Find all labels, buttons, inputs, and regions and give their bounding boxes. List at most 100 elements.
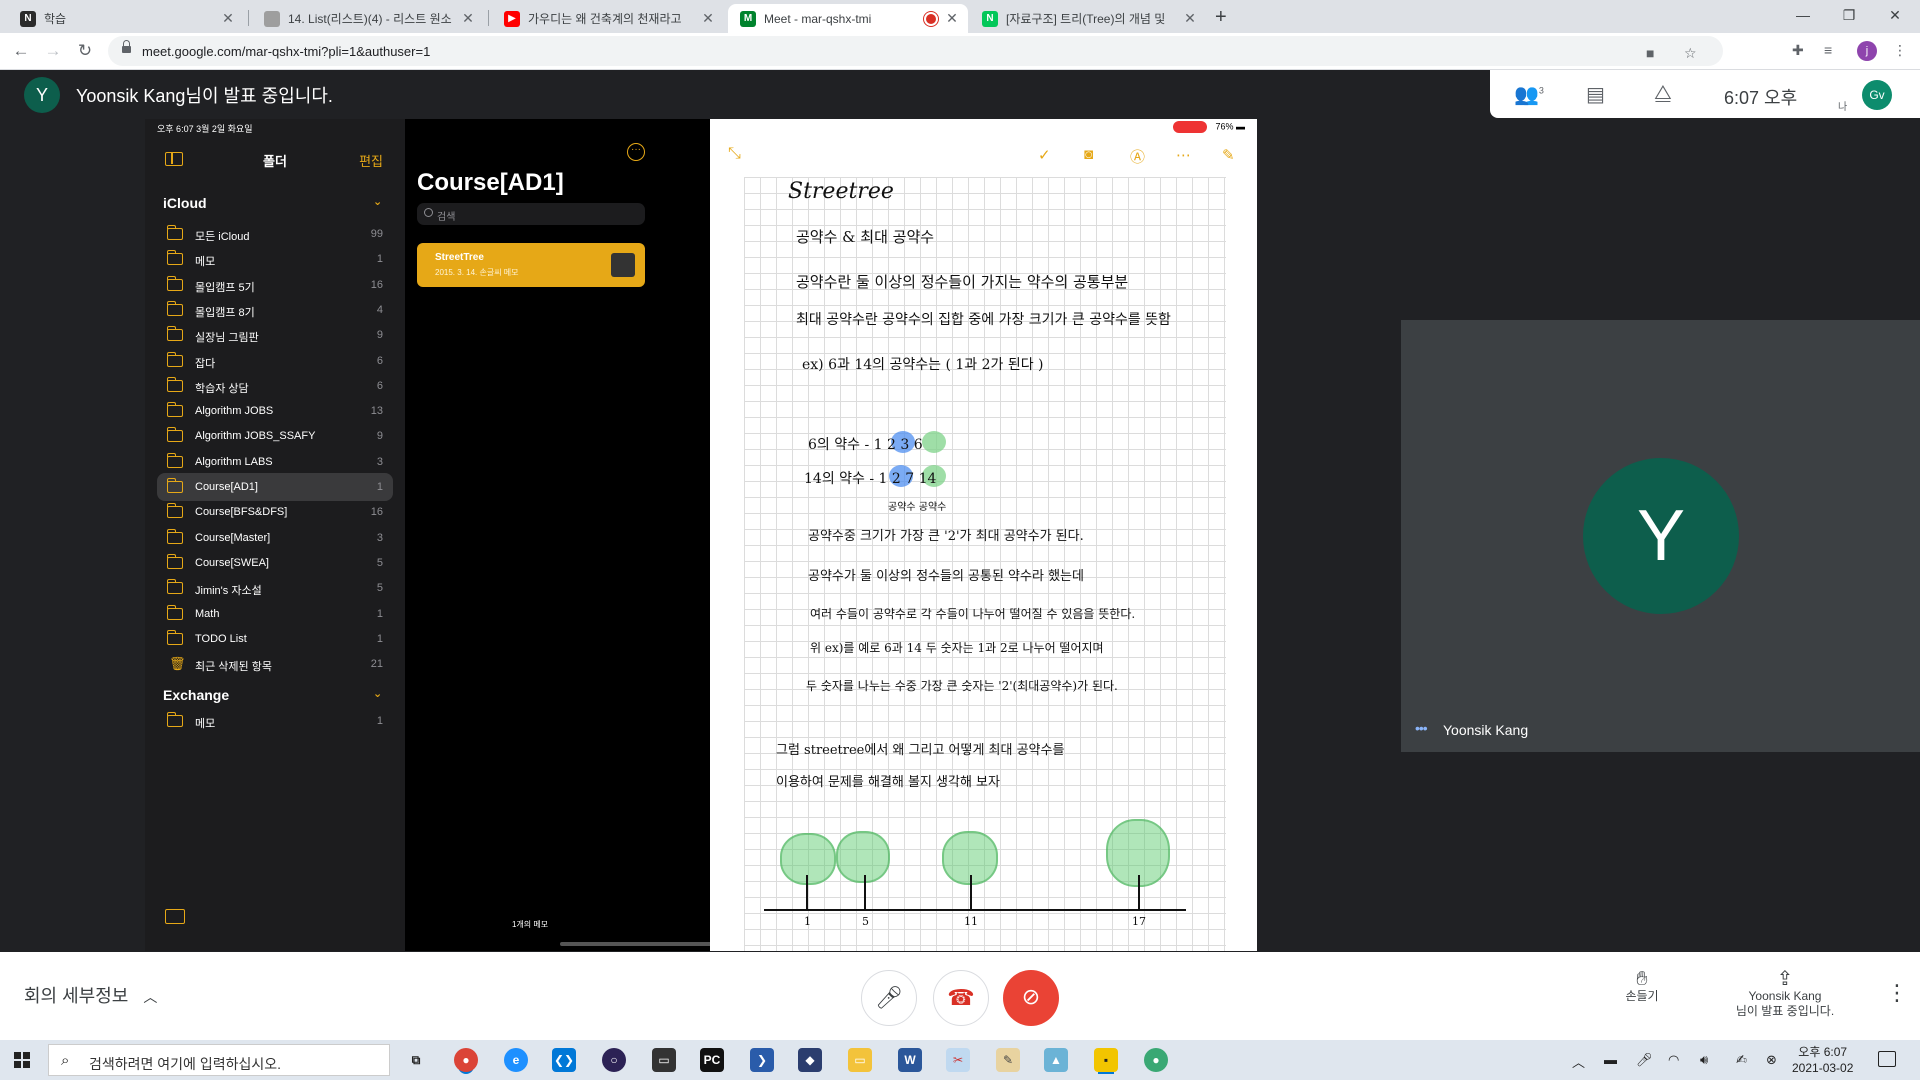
app-icon[interactable]: ◆ (798, 1048, 822, 1072)
new-folder-icon[interactable] (165, 909, 185, 924)
restore-button[interactable]: ❐ (1826, 0, 1872, 33)
terminal-icon[interactable]: ▭ (652, 1048, 676, 1072)
reload-button[interactable]: ↻ (74, 41, 96, 61)
chrome-icon[interactable]: ● (454, 1048, 478, 1072)
folder-item[interactable]: 메모 1 (157, 245, 393, 273)
more-icon[interactable]: ⋯ (1176, 146, 1191, 164)
forward-button[interactable]: → (42, 41, 64, 61)
chevron-down-icon[interactable]: ⌄ (373, 687, 382, 700)
folder-item[interactable]: TODO List 1 (157, 625, 393, 653)
pen-icon[interactable]: ✍ (1736, 1052, 1747, 1068)
edit-button[interactable]: 편집 (359, 151, 383, 170)
close-window-button[interactable]: ✕ (1872, 0, 1918, 33)
folder-item[interactable]: Algorithm JOBS_SSAFY 9 (157, 422, 393, 450)
camera-icon[interactable]: ◙ (1084, 146, 1093, 163)
search-input[interactable]: 검색 (417, 203, 645, 225)
tab-youtube[interactable]: ▶ 가우디는 왜 건축계의 천재라고 ✕ (492, 4, 724, 33)
edge-icon[interactable]: e (504, 1048, 528, 1072)
minimize-button[interactable]: — (1780, 0, 1826, 33)
notification-icon[interactable] (1878, 1051, 1896, 1067)
meeting-details-button[interactable]: 회의 세부정보 ︿ (24, 982, 157, 1008)
more-options-icon[interactable]: ⋮ (1886, 980, 1908, 1006)
profile-avatar[interactable]: j (1857, 41, 1877, 61)
address-bar[interactable]: meet.google.com/mar-qshx-tmi?pli=1&authu… (108, 36, 1723, 66)
folder-item[interactable]: 몰입캠프 5기 16 (157, 271, 393, 299)
wifi-icon[interactable]: ◠ (1668, 1052, 1679, 1068)
expand-icon[interactable]: ⤡ (728, 145, 741, 163)
markup-icon[interactable]: Ⓐ (1130, 146, 1145, 167)
menu-icon[interactable]: ⋮ (1893, 42, 1907, 59)
tab-list[interactable]: 14. List(리스트)(4) - 리스트 원소 ✕ (252, 4, 484, 33)
folder-item[interactable]: 몰입캠프 8기 4 (157, 296, 393, 324)
folder-item[interactable]: Course[BFS&DFS] 16 (157, 498, 393, 526)
pycharm-icon[interactable]: PC (700, 1048, 724, 1072)
folder-item[interactable]: 모든 iCloud 99 (157, 220, 393, 248)
close-icon[interactable]: ✕ (460, 10, 476, 27)
ime-icon[interactable]: ⊗ (1766, 1052, 1777, 1068)
camera-icon[interactable]: ■ (1646, 45, 1654, 61)
chevron-up-icon[interactable]: ︿ (1572, 1052, 1585, 1071)
leave-call-button[interactable]: ☎︎ (933, 970, 989, 1026)
folder-item[interactable]: Course[SWEA] 5 (157, 549, 393, 577)
folder-item[interactable]: Math 1 (157, 600, 393, 628)
folder-item[interactable]: 학습자 상담 6 (157, 372, 393, 400)
tab-tree[interactable]: N [자료구조] 트리(Tree)의 개념 및 ✕ (970, 4, 1206, 33)
extensions-icon[interactable]: ✚ (1792, 42, 1804, 59)
self-avatar[interactable]: Gv (1862, 80, 1892, 110)
close-icon[interactable]: ✕ (220, 10, 236, 27)
checklist-icon[interactable]: ✓ (1038, 146, 1051, 164)
new-tab-button[interactable]: + (1215, 6, 1227, 29)
task-view-icon[interactable]: ⧉ (404, 1048, 428, 1072)
exchange-section[interactable]: Exchange ⌄ (163, 687, 382, 703)
folder-item[interactable]: 실장님 그림판 9 (157, 321, 393, 349)
powershell-icon[interactable]: ❯ (750, 1048, 774, 1072)
more-icon[interactable]: ··· (627, 143, 645, 161)
battery-icon[interactable]: ▬ (1604, 1052, 1617, 1067)
volume-icon[interactable]: 🔊︎ (1700, 1052, 1708, 1068)
close-icon[interactable]: ✕ (1182, 10, 1198, 27)
tab-study[interactable]: N 학습 ✕ (8, 4, 244, 33)
back-button[interactable]: ← (10, 41, 32, 61)
windows-start-icon[interactable] (14, 1052, 30, 1068)
folder-item[interactable]: Course[Master] 3 (157, 524, 393, 552)
microphone-icon[interactable]: 🎤︎ (1636, 1052, 1653, 1068)
reading-list-icon[interactable]: ≡ (1824, 42, 1832, 58)
word-icon[interactable]: W (898, 1048, 922, 1072)
folder-item[interactable]: Algorithm JOBS 13 (157, 397, 393, 425)
compose-icon[interactable]: ✎ (1222, 146, 1235, 164)
windows-search-input[interactable]: ⌕ 검색하려면 여기에 입력하십시오. (48, 1044, 390, 1076)
app-icon[interactable]: ▲ (1044, 1048, 1068, 1072)
participant-tile[interactable]: Y ••• Yoonsik Kang (1401, 320, 1920, 752)
note-item[interactable]: StreetTree 2015. 3. 14. 손글씨 메모 (417, 243, 645, 287)
bookmark-star-icon[interactable]: ☆ (1684, 45, 1697, 62)
camera-toggle-button[interactable]: ⊘ (1003, 970, 1059, 1026)
eclipse-icon[interactable]: ○ (602, 1048, 626, 1072)
icloud-section[interactable]: iCloud ⌄ (163, 195, 382, 211)
chevron-down-icon[interactable]: ⌄ (373, 195, 382, 208)
file-explorer-icon[interactable]: ▭ (848, 1048, 872, 1072)
handwritten-line: 6의 약수 - 1 2 3 6 (808, 437, 923, 453)
people-icon[interactable]: 👥3 (1514, 82, 1544, 107)
paint-icon[interactable]: ✎ (996, 1048, 1020, 1072)
chat-icon[interactable]: ▤ (1586, 82, 1605, 107)
close-icon[interactable]: ✕ (944, 10, 960, 27)
close-icon[interactable]: ✕ (700, 10, 716, 27)
folder-item[interactable]: Algorithm LABS 3 (157, 448, 393, 476)
snipping-icon[interactable]: ✂ (946, 1048, 970, 1072)
sticky-notes-icon[interactable]: ▪ (1094, 1048, 1118, 1072)
vscode-icon[interactable]: ❮❯ (552, 1048, 576, 1072)
kakaotalk-icon[interactable]: ● (1144, 1048, 1168, 1072)
tab-meet[interactable]: M Meet - mar-qshx-tmi ✕ (728, 4, 968, 33)
presenting-button[interactable]: ⇪ Yoonsik Kang 님이 발표 중입니다. (1720, 969, 1850, 1019)
microphone-button[interactable]: 🎤︎ (861, 970, 917, 1026)
activities-icon[interactable]: ⧋ (1654, 82, 1672, 105)
taskbar-clock[interactable]: 오후 6:07 2021-03-02 (1792, 1044, 1853, 1076)
note-count: 1개의 메모 (511, 920, 549, 929)
folder-item[interactable]: Course[AD1] 1 (157, 473, 393, 501)
folder-item[interactable]: Jimin's 자소설 5 (157, 574, 393, 602)
folder-item[interactable]: 메모 1 (157, 707, 393, 735)
note-editor: 76% ▬ ⤡ ✓ ◙ Ⓐ ⋯ ✎ Streetree 공약수 & 최대 공약수… (710, 119, 1257, 951)
folder-item[interactable]: 🗑︎ 최근 삭제된 항목 21 (157, 650, 393, 678)
folder-item[interactable]: 잡다 6 (157, 347, 393, 375)
raise-hand-button[interactable]: ✋︎ 손들기 (1608, 969, 1676, 1004)
